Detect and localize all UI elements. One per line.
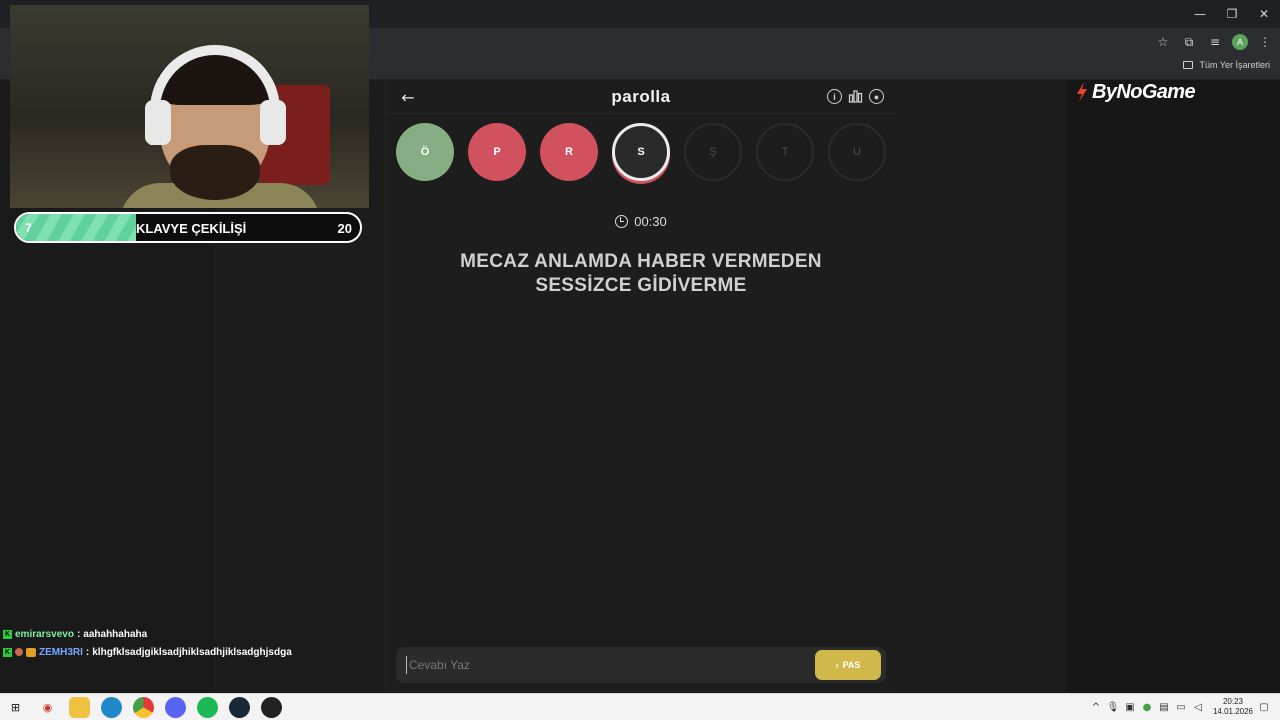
game-title: parolla xyxy=(611,87,671,106)
progress-max: 20 xyxy=(337,221,352,236)
tray-app-icon-3[interactable]: ▤ xyxy=(1158,701,1170,713)
all-bookmarks-label: Tüm Yer İşaretleri xyxy=(1199,60,1270,70)
question-line-2: SESSİZCE GİDİVERME xyxy=(535,275,747,296)
subscriber-badge-icon xyxy=(15,648,23,656)
app-icon-1[interactable]: ◉ xyxy=(37,697,58,718)
game-header: ← parolla i ● xyxy=(386,80,896,114)
steam-icon[interactable] xyxy=(229,697,250,718)
spotify-icon[interactable] xyxy=(197,697,218,718)
profile-avatar[interactable]: A xyxy=(1232,34,1248,50)
progress-label: KLAVYE ÇEKİLİŞİ xyxy=(136,221,247,236)
progress-current: 7 xyxy=(25,221,32,235)
all-bookmarks-button[interactable]: Tüm Yer İşaretleri xyxy=(1183,60,1270,70)
menu-icon[interactable]: ⋮ xyxy=(1256,33,1274,51)
pass-button[interactable]: › PAS xyxy=(815,650,881,680)
close-icon[interactable]: ✕ xyxy=(1248,0,1280,28)
timer-value: 00:30 xyxy=(634,214,667,229)
chat-message: K emirarsvevo : aahahhahaha xyxy=(3,625,383,643)
chevron-right-icon: › xyxy=(835,660,839,670)
logo-text: ByNoGame xyxy=(1092,80,1196,103)
webcam-overlay xyxy=(10,5,369,208)
chat-text: klhgfklsadjgiklsadjhiklsadhjiklsadghjsdg… xyxy=(92,646,292,658)
chat-separator: : xyxy=(76,628,81,640)
letter-circle-correct: Ö xyxy=(396,123,454,181)
kick-badge-icon: K xyxy=(3,647,12,657)
file-explorer-icon[interactable] xyxy=(69,697,90,718)
start-icon[interactable]: ⊞ xyxy=(5,697,26,718)
letter-circle-pending: U xyxy=(828,123,886,181)
kick-badge-icon: K xyxy=(3,629,12,639)
star-icon[interactable]: ☆ xyxy=(1154,33,1172,51)
info-icon[interactable]: i xyxy=(827,89,842,104)
timer: 00:30 xyxy=(386,214,896,229)
windows-taskbar: ⊞ ◉ ^ 🎙 ▣ ● ▤ ▭ ◁ 20:23 14.01.2026 ▢ xyxy=(0,693,1280,720)
stats-icon[interactable] xyxy=(848,89,863,104)
chat-message: K ZEMH3RI : klhgfklsadjgiklsadjhiklsadhj… xyxy=(3,643,383,661)
letter-circle-pending: Ş xyxy=(684,123,742,181)
gift-badge-icon xyxy=(26,647,36,657)
page-gutter-right xyxy=(895,80,1066,693)
minimize-icon[interactable]: — xyxy=(1184,0,1216,28)
volume-icon[interactable]: ◁ xyxy=(1192,701,1204,713)
answer-input[interactable] xyxy=(406,656,796,674)
right-panel: ByNoGame xyxy=(1066,80,1280,693)
game-panel: ← parolla i ● ÖPRSŞTU 00:30 MECAZ ANLAMD… xyxy=(385,80,896,693)
microphone-icon[interactable]: 🎙 xyxy=(1107,701,1120,713)
question-text: MECAZ ANLAMDA HABER VERMEDEN SESSİZCE Gİ… xyxy=(416,250,866,298)
media-control-icon[interactable]: ≡ xyxy=(1206,33,1224,51)
flame-icon xyxy=(1077,82,1087,102)
chat-separator: : xyxy=(85,646,90,658)
folder-icon xyxy=(1183,61,1194,69)
answer-bar: › PAS xyxy=(396,647,886,683)
restore-icon[interactable]: ❐ xyxy=(1216,0,1248,28)
edge-icon[interactable] xyxy=(101,697,122,718)
question-line-1: MECAZ ANLAMDA HABER VERMEDEN xyxy=(460,251,822,272)
tray-app-icon-2[interactable]: ● xyxy=(1141,701,1153,713)
address-bar[interactable] xyxy=(370,30,1170,54)
discord-icon[interactable] xyxy=(165,697,186,718)
giveaway-progress-bar: 7 KLAVYE ÇEKİLİŞİ 20 xyxy=(14,212,362,243)
notifications-icon[interactable]: ▢ xyxy=(1258,701,1270,713)
letter-circle-current: S xyxy=(612,123,670,181)
obs-icon[interactable] xyxy=(261,697,282,718)
pass-label: PAS xyxy=(842,660,861,670)
bynogame-logo: ByNoGame xyxy=(1074,80,1196,104)
system-clock[interactable]: 20:23 14.01.2026 xyxy=(1213,697,1253,717)
letter-circle-wrong: R xyxy=(540,123,598,181)
chat-username: emirarsvevo xyxy=(15,628,74,640)
chrome-icon[interactable] xyxy=(133,697,154,718)
chat-username: ZEMH3RI xyxy=(39,646,83,658)
network-icon[interactable]: ▭ xyxy=(1175,701,1187,713)
letter-row: ÖPRSŞTU xyxy=(396,123,886,181)
clock-time: 20:23 xyxy=(1222,697,1243,706)
profile-icon[interactable]: ● xyxy=(869,89,884,104)
chevron-up-icon[interactable]: ^ xyxy=(1090,701,1102,713)
clock-icon xyxy=(615,215,629,228)
chat-overlay: K emirarsvevo : aahahhahaha K ZEMH3RI : … xyxy=(3,625,383,661)
extensions-icon[interactable]: ⧉ xyxy=(1180,33,1198,51)
letter-circle-wrong: P xyxy=(468,123,526,181)
letter-circle-pending: T xyxy=(756,123,814,181)
progress-fill xyxy=(16,214,137,241)
chat-text: aahahhahaha xyxy=(83,628,148,640)
tray-app-icon[interactable]: ▣ xyxy=(1124,701,1136,713)
clock-date: 14.01.2026 xyxy=(1212,707,1253,716)
